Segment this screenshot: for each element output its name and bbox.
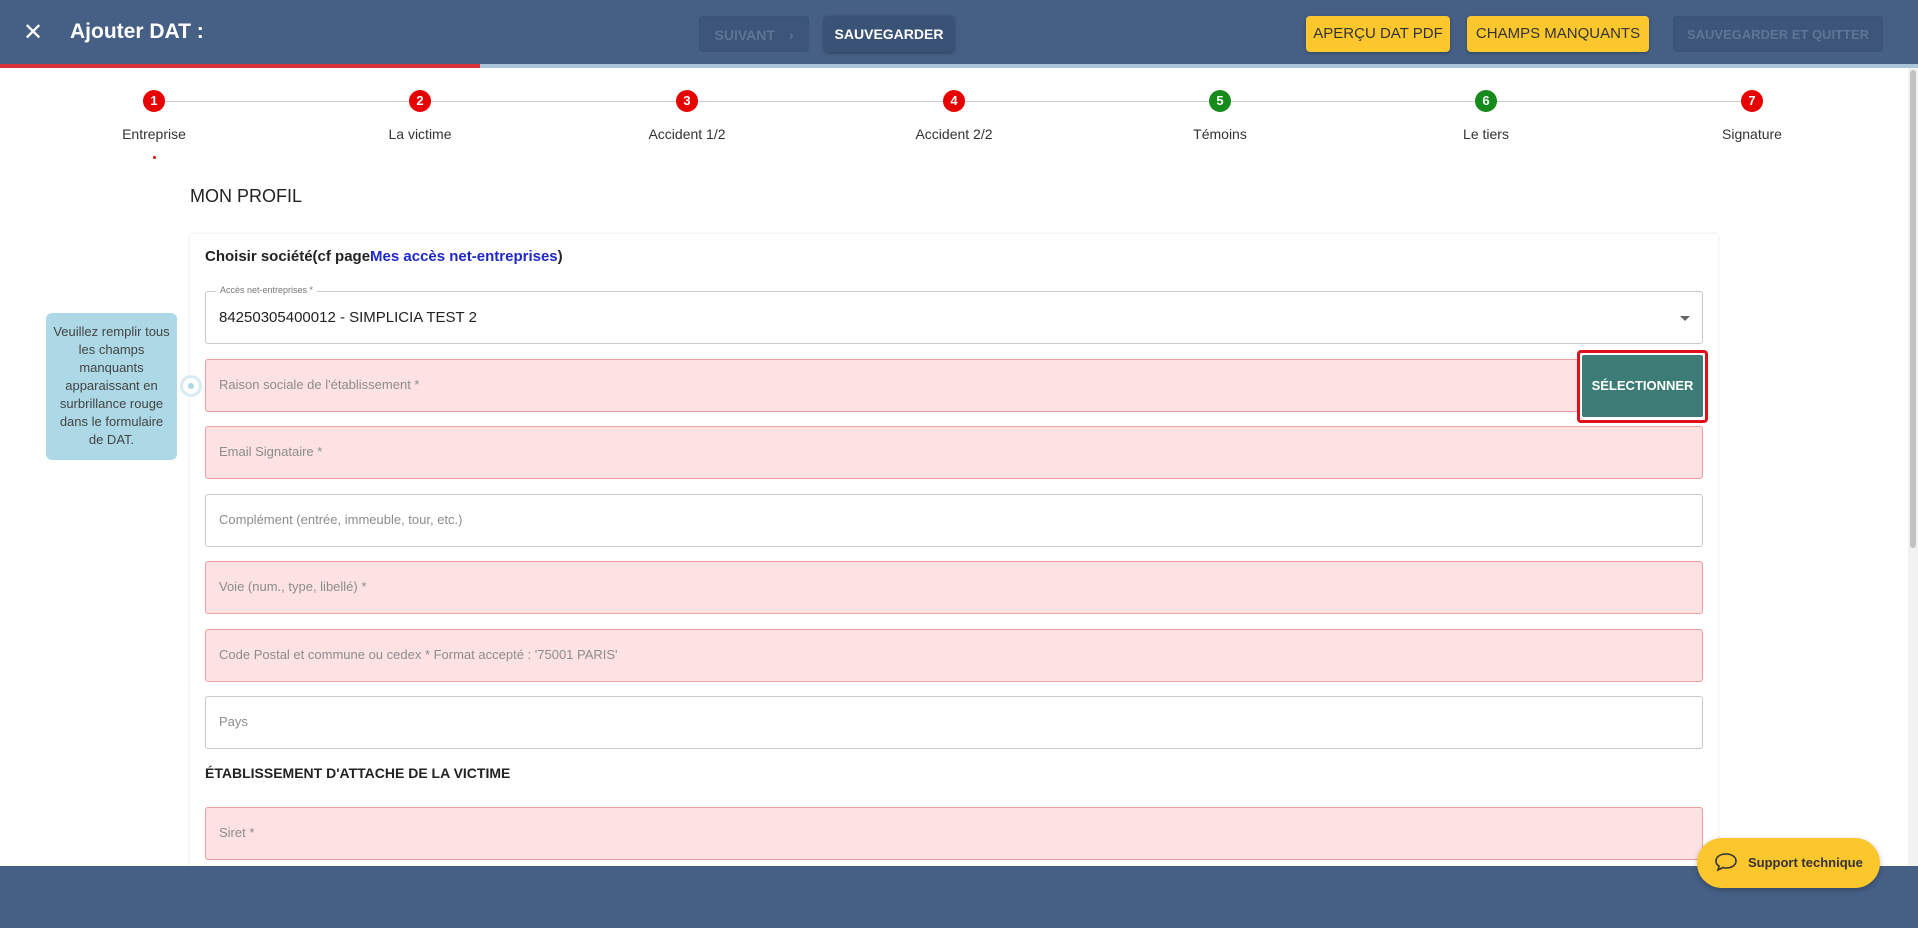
selectionner-button[interactable]: SÉLECTIONNER [1582,355,1703,417]
close-icon[interactable]: ✕ [18,18,48,48]
progress-fill [0,64,480,68]
step-label: Accident 2/2 [915,126,993,142]
acces-value: 84250305400012 - SIMPLICIA TEST 2 [219,309,477,326]
step-label: Témoins [1193,126,1247,142]
step-entreprise[interactable]: 1 Entreprise [74,90,234,142]
suivant-button[interactable]: SUIVANT › [699,16,809,52]
etablissement-title: ÉTABLISSEMENT D'ATTACHE DE LA VICTIME [205,765,511,781]
acces-net-entreprises-select[interactable]: Accès net-entreprises * 84250305400012 -… [205,285,1703,344]
section-title: MON PROFIL [190,186,303,206]
step-label: La victime [388,126,452,142]
step-number: 4 [943,90,965,112]
step-accident-2[interactable]: 4 Accident 2/2 [874,90,1034,142]
champs-manquants-button[interactable]: CHAMPS MANQUANTS [1467,16,1649,52]
pays-input[interactable]: Pays [205,696,1703,749]
complement-input[interactable]: Complément (entrée, immeuble, tour, etc.… [205,494,1703,547]
step-accident-1[interactable]: 3 Accident 1/2 [607,90,767,142]
step-label: Accident 1/2 [648,126,726,142]
choisir-close: ) [557,248,563,265]
email-signataire-input[interactable]: Email Signataire * [205,426,1703,479]
voie-placeholder: Voie (num., type, libellé) * [219,579,367,594]
step-number: 7 [1741,90,1763,112]
step-le-tiers[interactable]: 6 Le tiers [1406,90,1566,142]
email-placeholder: Email Signataire * [219,444,323,459]
siret-input[interactable]: Siret * [205,807,1703,860]
step-number: 5 [1209,90,1231,112]
caret-down-icon [1680,316,1690,321]
footer-bar [0,866,1918,928]
raison-sociale-input[interactable]: Raison sociale de l'établissement * [205,359,1580,412]
siret-placeholder: Siret * [219,825,255,840]
suivant-label: SUIVANT [714,27,775,43]
raison-placeholder: Raison sociale de l'établissement * [219,377,420,392]
step-temoins[interactable]: 5 Témoins [1140,90,1300,142]
pays-placeholder: Pays [219,714,248,729]
choisir-text: Choisir société(cf page [205,248,371,265]
chat-bubble-icon [1715,853,1737,872]
tooltip-pointer [180,375,202,397]
sauvegarder-button[interactable]: SAUVEGARDER [824,16,954,52]
support-label: Support technique [1748,855,1863,870]
scrollbar-thumb[interactable] [1910,70,1916,548]
step-number: 2 [409,90,431,112]
step-number: 6 [1475,90,1497,112]
cp-placeholder: Code Postal et commune ou cedex * Format… [219,647,618,662]
acces-label: Accès net-entreprises * [216,285,318,295]
sauvegarder-quitter-button[interactable]: SAUVEGARDER ET QUITTER [1673,16,1883,52]
top-bar: ✕ Ajouter DAT : SUIVANT › SAUVEGARDER AP… [0,0,1918,66]
step-number: 1 [143,90,165,112]
voie-input[interactable]: Voie (num., type, libellé) * [205,561,1703,614]
net-entreprises-link[interactable]: Mes accès net-entreprises [370,248,558,265]
page-title: Ajouter DAT : [70,20,204,43]
step-label: Signature [1722,126,1782,142]
support-technique-button[interactable]: Support technique [1697,838,1880,888]
choisir-societe-label: Choisir société(cf pageMes accès net-ent… [205,248,563,265]
code-postal-input[interactable]: Code Postal et commune ou cedex * Format… [205,629,1703,682]
step-label: Entreprise [122,126,186,142]
apercu-pdf-button[interactable]: APERÇU DAT PDF [1306,16,1450,52]
complement-placeholder: Complément (entrée, immeuble, tour, etc.… [219,512,463,527]
step-label: Le tiers [1463,126,1509,142]
chevron-right-icon: › [788,27,794,43]
missing-fields-tooltip: Veuillez remplir tous les champs manquan… [46,313,177,460]
step-la-victime[interactable]: 2 La victime [340,90,500,142]
step-number: 3 [676,90,698,112]
active-step-indicator [153,156,156,159]
step-signature[interactable]: 7 Signature [1672,90,1832,142]
